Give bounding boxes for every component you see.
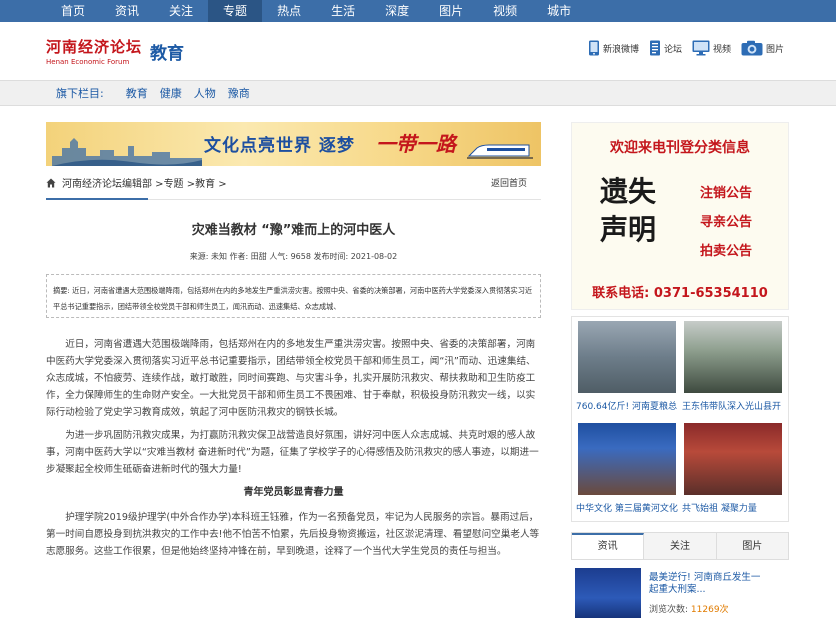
- main-content: 文化点亮世界 逐梦 一带一路 河南经济论坛编辑部 > 专题 > 教育 > 返回首…: [46, 122, 541, 566]
- site-header: 河南经济论坛 Henan Economic Forum 教育 新浪微博 论坛 视…: [0, 22, 836, 80]
- ad-list-item: 注销公告: [700, 186, 753, 201]
- article-subheading: 青年党员彰显青春力量: [243, 487, 344, 498]
- hot-news-title[interactable]: 最美逆行! 河南商丘发生一起重大刑案...: [649, 572, 769, 596]
- skyline-illustration: [52, 138, 202, 166]
- section-title: 教育: [150, 43, 184, 64]
- photo-caption[interactable]: 共飞始祖 凝聚力量: [682, 501, 786, 514]
- ad-big-text: 遗失 声明: [600, 173, 656, 249]
- train-illustration: [467, 144, 533, 159]
- article-body: 近日，河南省遭遇大范围极端降雨，包括郑州在内的多地发生严重洪涝灾害。按照中央、省…: [46, 336, 541, 560]
- breadcrumb-education[interactable]: 教育 >: [195, 175, 227, 190]
- article-summary: 摘要: 近日，河南省遭遇大范围极端降雨，包括郑州在内的多地发生严重洪涝灾害。按照…: [46, 274, 541, 318]
- nav-item-news[interactable]: 资讯: [100, 0, 154, 22]
- banner-script: 一带一路: [376, 132, 456, 156]
- banner-title: 文化点亮世界 逐梦: [204, 136, 355, 156]
- nav-item-focus[interactable]: 关注: [154, 0, 208, 22]
- picture-link[interactable]: 图片: [741, 40, 784, 56]
- breadcrumb-forum[interactable]: 河南经济论坛编辑部 >: [62, 175, 164, 190]
- forum-link[interactable]: 论坛: [649, 40, 682, 56]
- hot-news-thumbnail[interactable]: [575, 568, 641, 618]
- article-paragraph: 近日，河南省遭遇大范围极端降雨，包括郑州在内的多地发生严重洪涝灾害。按照中央、省…: [46, 339, 536, 418]
- sidebar: 欢迎来电刊登分类信息 遗失 声明 注销公告 寻亲公告 拍卖公告 联系电话: 03…: [571, 122, 789, 624]
- logo-text: 河南经济论坛: [46, 38, 143, 56]
- back-home-link[interactable]: 返回首页: [491, 176, 527, 189]
- document-icon: [649, 40, 660, 56]
- top-nav: 首页 资讯 关注 专题 热点 生活 深度 图片 视频 城市: [0, 0, 836, 22]
- ad-list-item: 寻亲公告: [700, 215, 753, 230]
- subnav-item-merchants[interactable]: 豫商: [228, 85, 250, 101]
- news-photo[interactable]: [684, 423, 782, 495]
- tab-news[interactable]: 资讯: [572, 533, 645, 559]
- photo-caption[interactable]: 王东伟带队深入光山县开: [682, 399, 786, 412]
- nav-item-video[interactable]: 视频: [478, 0, 532, 22]
- camera-icon: [741, 40, 763, 56]
- forum-label: 论坛: [663, 44, 682, 55]
- video-link[interactable]: 视频: [692, 40, 731, 56]
- subnav-item-people[interactable]: 人物: [194, 85, 216, 101]
- nav-item-special[interactable]: 专题: [208, 0, 263, 22]
- ad-list-item: 拍卖公告: [700, 244, 753, 259]
- nav-item-life[interactable]: 生活: [316, 0, 370, 22]
- classified-ad[interactable]: 欢迎来电刊登分类信息 遗失 声明 注销公告 寻亲公告 拍卖公告 联系电话: 03…: [571, 122, 789, 310]
- video-label: 视频: [712, 44, 731, 55]
- subnav-label: 旗下栏目:: [56, 87, 104, 100]
- monitor-icon: [692, 40, 710, 56]
- site-logo[interactable]: 河南经济论坛 Henan Economic Forum: [46, 34, 142, 68]
- header-links: 新浪微博 论坛 视频 图片: [578, 40, 784, 56]
- ad-big-line: 遗失: [600, 175, 657, 208]
- breadcrumb-special[interactable]: 专题 >: [164, 175, 196, 190]
- tab-focus[interactable]: 关注: [644, 533, 717, 559]
- ad-list: 注销公告 寻亲公告 拍卖公告: [700, 179, 752, 266]
- nav-item-pictures[interactable]: 图片: [424, 0, 478, 22]
- article-title: 灾难当教材 “豫”难而上的河中医人: [191, 223, 396, 238]
- news-photo[interactable]: [578, 321, 676, 393]
- logo-english: Henan Economic Forum: [46, 58, 130, 66]
- phone-icon: [588, 40, 599, 56]
- nav-item-city[interactable]: 城市: [532, 0, 586, 22]
- home-icon: [46, 178, 56, 187]
- banner-ad[interactable]: 文化点亮世界 逐梦 一带一路: [46, 122, 541, 166]
- article-paragraph: 为进一步巩固防汛救灾成果，为打赢防汛救灾保卫战营造良好氛围，讲好河中医人众志成城…: [46, 430, 539, 475]
- breadcrumb: 河南经济论坛编辑部 > 专题 > 教育 > 返回首页: [46, 166, 541, 200]
- subnav-item-health[interactable]: 健康: [160, 85, 182, 101]
- ad-big-line: 声明: [600, 213, 657, 246]
- photo-caption[interactable]: 760.64亿斤! 河南夏粮总: [576, 399, 680, 412]
- sidebar-tabs: 资讯 关注 图片: [571, 532, 789, 560]
- photo-caption[interactable]: 中华文化 第三届黄河文化: [576, 501, 680, 514]
- news-photo[interactable]: [684, 321, 782, 393]
- weibo-link[interactable]: 新浪微博: [588, 40, 639, 56]
- ad-headline: 欢迎来电刊登分类信息: [610, 140, 750, 156]
- nav-item-depth[interactable]: 深度: [370, 0, 424, 22]
- tab-pictures[interactable]: 图片: [716, 533, 788, 559]
- breadcrumb-underline: [46, 198, 148, 200]
- picture-label: 图片: [765, 44, 784, 55]
- views-count: 11269次: [690, 605, 729, 615]
- nav-item-hot[interactable]: 热点: [262, 0, 316, 22]
- nav-item-home[interactable]: 首页: [46, 0, 100, 22]
- hot-news-views: 浏览次数: 11269次: [649, 602, 729, 615]
- ad-phone: 联系电话: 0371-65354110: [592, 286, 768, 301]
- picture-grid: 760.64亿斤! 河南夏粮总 王东伟带队深入光山县开 中华文化 第三届黄河文化…: [571, 316, 789, 522]
- article-paragraph: 护理学院2019级护理学(中外合作办学)本科班王钰雅，作为一名预备党员，牢记为人…: [46, 512, 540, 557]
- subnav-item-education[interactable]: 教育: [126, 85, 148, 101]
- article-meta: 来源: 未知 作者: 田甜 人气: 9658 发布时间: 2021-08-02: [189, 252, 398, 261]
- hot-news-item[interactable]: 最美逆行! 河南商丘发生一起重大刑案... 浏览次数: 11269次: [571, 568, 789, 624]
- views-label: 浏览次数:: [649, 605, 689, 615]
- sub-nav: 旗下栏目: 教育 健康 人物 豫商: [0, 80, 836, 106]
- news-photo[interactable]: [578, 423, 676, 495]
- weibo-label: 新浪微博: [602, 44, 639, 55]
